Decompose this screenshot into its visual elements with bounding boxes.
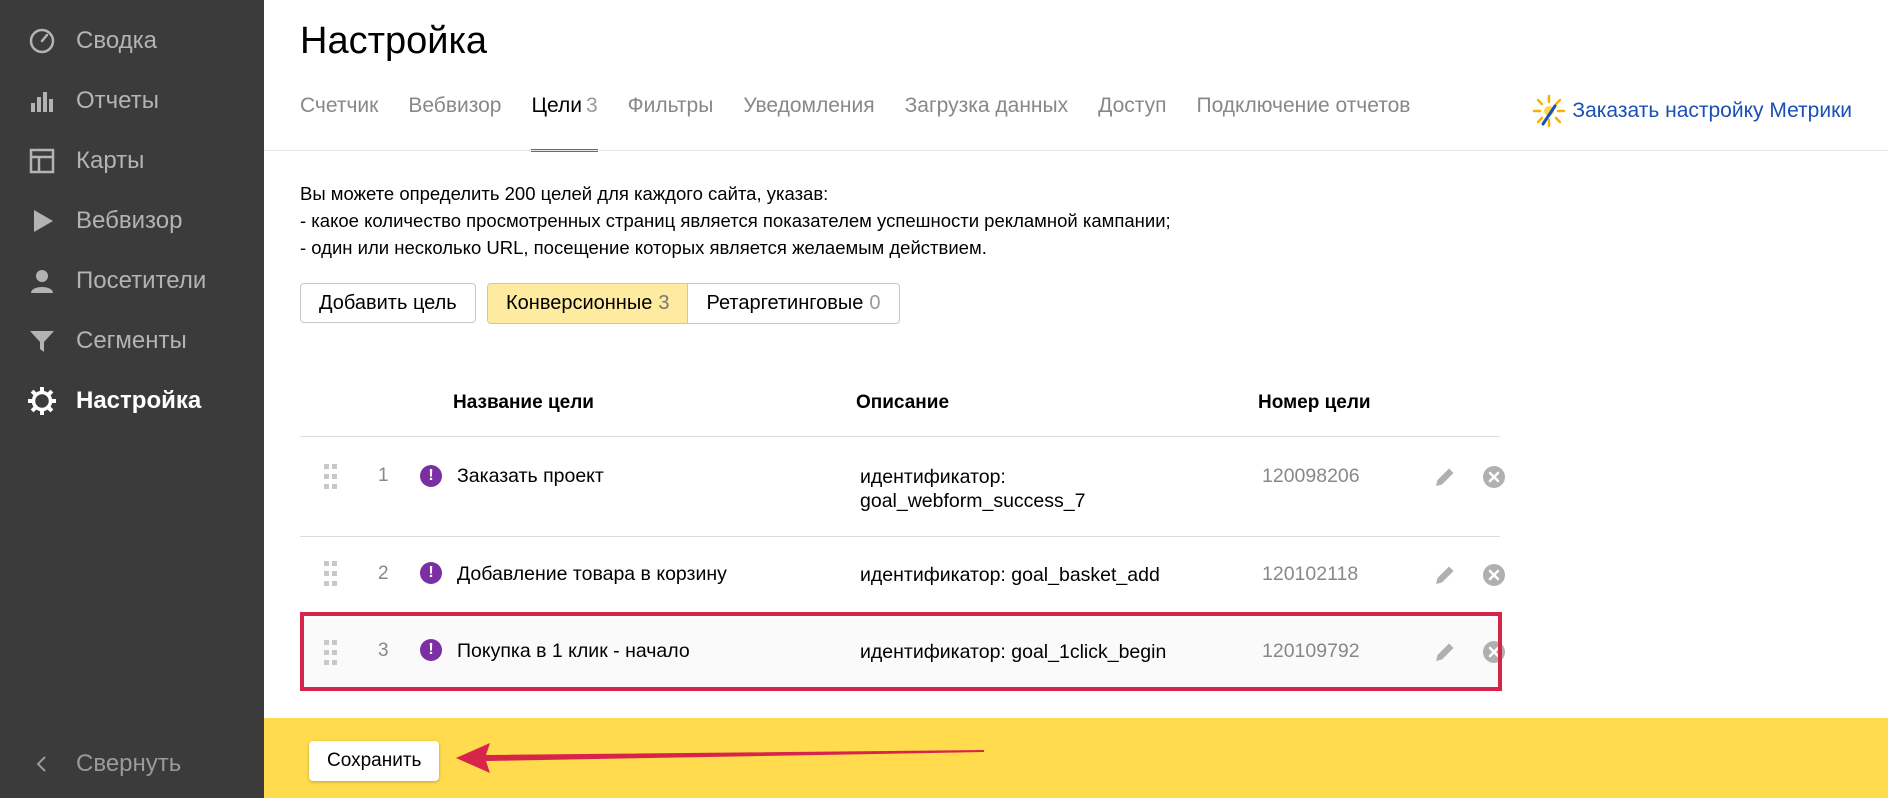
sidebar-item-label: Карты: [76, 147, 145, 174]
tab-access[interactable]: Доступ: [1098, 94, 1166, 152]
description-line: goal_webform_success_7: [860, 490, 1086, 512]
sidebar-item-label: Сводка: [76, 27, 158, 54]
order-link-label: Заказать настройку Метрики: [1572, 99, 1852, 122]
goal-number: 120102118: [1262, 563, 1359, 585]
tab-label: Уведомления: [743, 94, 875, 117]
sidebar-item-visitors[interactable]: Посетители: [26, 261, 206, 301]
tab-webvisor[interactable]: Вебвизор: [408, 94, 501, 152]
tabs-divider: [264, 150, 1888, 151]
tab-label: Счетчик: [300, 94, 379, 117]
column-header-name: Название цели: [453, 392, 594, 413]
filter-conversion-button[interactable]: Конверсионные 3: [488, 284, 688, 323]
goal-index: 1: [378, 465, 389, 486]
play-icon: [26, 205, 58, 237]
tab-counter[interactable]: Счетчик: [300, 94, 378, 152]
warning-icon: !: [420, 562, 442, 584]
sidebar-item-label: Отчеты: [76, 87, 159, 114]
save-button[interactable]: Сохранить: [309, 741, 440, 781]
column-header-number: Номер цели: [1258, 392, 1371, 413]
goal-type-filter: Конверсионные 3 Ретаргетинговые 0: [487, 283, 900, 324]
tab-label: Подключение отчетов: [1196, 94, 1411, 117]
goal-description: идентификатор: goal_basket_add: [860, 563, 1160, 587]
tab-label: Вебвизор: [408, 94, 502, 117]
bar-chart-icon: [26, 85, 58, 117]
main-content: Настройка Счетчик Вебвизор Цели 3 Фильтры…: [264, 0, 1888, 798]
description-line: идентификатор: goal_basket_add: [860, 564, 1160, 586]
gear-icon: [26, 385, 58, 417]
tab-notifications[interactable]: Уведомления: [743, 94, 874, 152]
sidebar-item-segments[interactable]: Сегменты: [26, 321, 187, 361]
sidebar-item-webvisor[interactable]: Вебвизор: [26, 201, 182, 241]
tab-label: Загрузка данных: [904, 94, 1069, 117]
gauge-icon: [26, 25, 58, 57]
order-setup-link[interactable]: Заказать настройку Метрики: [1532, 94, 1852, 128]
goal-number: 120098206: [1262, 465, 1360, 487]
tab-label: Фильтры: [627, 94, 714, 117]
goal-name: Добавление товара в корзину: [457, 563, 727, 585]
filter-retargeting-button[interactable]: Ретаргетинговые 0: [687, 284, 898, 323]
delete-icon[interactable]: [1482, 563, 1506, 587]
drag-handle-icon[interactable]: [324, 464, 338, 490]
page-title: Настройка: [300, 20, 488, 62]
filter-count: 0: [869, 292, 881, 314]
table-row: 1 ! Заказать проект идентификатор: goal_…: [300, 437, 1505, 536]
chevron-left-icon: [26, 748, 58, 780]
sidebar-item-label: Настройка: [76, 387, 202, 414]
user-icon: [26, 265, 58, 297]
filter-label: Конверсионные: [506, 292, 653, 314]
tab-label: Доступ: [1098, 94, 1167, 117]
tab-count: 3: [585, 94, 598, 117]
edit-pencil-icon[interactable]: [1433, 465, 1457, 489]
collapse-sidebar-button[interactable]: Свернуть: [26, 744, 181, 784]
settings-tabs: Счетчик Вебвизор Цели 3 Фильтры Уведомлен…: [300, 94, 1440, 152]
sidebar-item-settings[interactable]: Настройка: [26, 381, 201, 421]
goal-description: идентификатор: goal_webform_success_7: [860, 465, 1085, 513]
sidebar: Сводка Отчеты Карты Вебвизор Посетители …: [0, 0, 264, 798]
warning-icon: !: [420, 465, 442, 487]
delete-icon[interactable]: [1482, 465, 1506, 489]
tab-filters[interactable]: Фильтры: [628, 94, 714, 152]
sidebar-item-reports[interactable]: Отчеты: [26, 81, 159, 121]
row-highlight-frame: [300, 612, 1502, 691]
column-header-description: Описание: [856, 392, 950, 413]
collapse-label: Свернуть: [76, 750, 182, 777]
map-layout-icon: [26, 145, 58, 177]
drag-handle-icon[interactable]: [324, 561, 338, 587]
goal-name: Заказать проект: [457, 465, 604, 487]
sidebar-item-label: Посетители: [76, 267, 207, 294]
sidebar-item-label: Сегменты: [76, 327, 187, 354]
info-line: Вы можете определить 200 целей для каждо…: [300, 183, 829, 204]
tab-goals[interactable]: Цели 3: [531, 94, 598, 152]
add-goal-button[interactable]: Добавить цель: [300, 283, 476, 323]
filter-icon: [26, 325, 58, 357]
filter-label: Ретаргетинговые: [706, 292, 864, 314]
goal-index: 2: [378, 563, 389, 584]
tab-data-upload[interactable]: Загрузка данных: [905, 94, 1068, 152]
pointer-arrow-icon: [456, 743, 984, 773]
tab-report-connection[interactable]: Подключение отчетов: [1196, 94, 1410, 152]
tab-label: Цели: [531, 94, 582, 117]
sidebar-item-maps[interactable]: Карты: [26, 141, 144, 181]
table-row: 2 ! Добавление товара в корзину идентифи…: [300, 537, 1505, 612]
goals-info-text: Вы можете определить 200 целей для каждо…: [300, 180, 1171, 261]
filter-count: 3: [658, 292, 670, 314]
sidebar-item-summary[interactable]: Сводка: [26, 21, 157, 61]
info-line: - какое количество просмотренных страниц…: [300, 210, 1171, 231]
sidebar-item-label: Вебвизор: [76, 207, 183, 234]
description-line: идентификатор:: [860, 466, 1006, 488]
info-line: - один или несколько URL, посещение кото…: [300, 237, 987, 258]
edit-pencil-icon[interactable]: [1433, 563, 1457, 587]
magic-wand-icon: [1532, 94, 1566, 128]
footer-bar: Сохранить: [264, 718, 1888, 798]
